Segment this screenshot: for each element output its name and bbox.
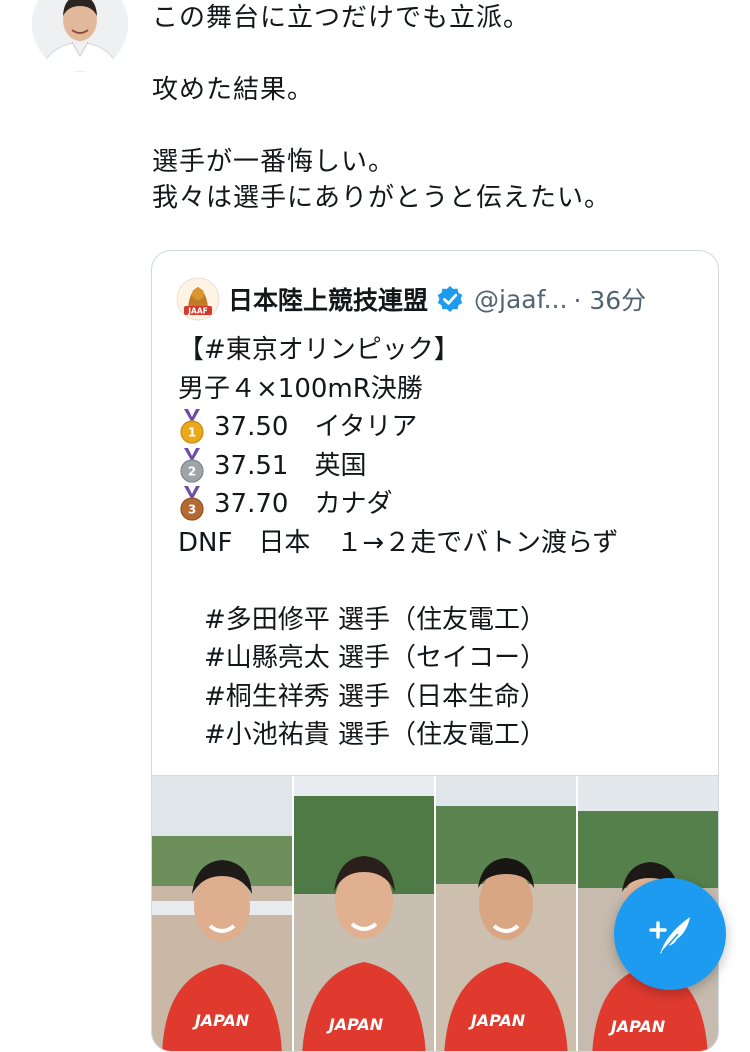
quoted-tweet-time[interactable]: · 36分 bbox=[573, 281, 646, 317]
compose-tweet-button[interactable] bbox=[614, 878, 726, 990]
verified-badge-icon bbox=[437, 286, 463, 312]
tweet-line: この舞台に立つだけでも立派。 bbox=[152, 3, 531, 33]
athlete-hashtag-line[interactable]: #桐生祥秀 選手（日本生命） bbox=[178, 678, 708, 717]
event-line: 男子４×100mR決勝 bbox=[178, 373, 423, 404]
tweet-text: この舞台に立つだけでも立派。 攻めた結果。 選手が一番悔しい。 我々は選手にあり… bbox=[152, 0, 732, 216]
quoted-author-handle[interactable]: @jaaf... bbox=[474, 285, 567, 314]
result-time: 37.70 bbox=[214, 489, 289, 519]
compose-tweet-icon bbox=[649, 917, 690, 954]
quoted-author-name[interactable]: 日本陸上競技連盟 bbox=[228, 281, 428, 317]
silver-medal-icon: 2 bbox=[180, 447, 204, 483]
jersey-label: JAPAN bbox=[192, 1011, 250, 1030]
jaaf-logo-icon[interactable]: JAAF bbox=[176, 277, 220, 321]
tweet-line: 攻めた結果。 bbox=[152, 75, 315, 105]
bronze-medal-icon: 3 bbox=[180, 486, 204, 521]
quoted-tweet-body: 【#東京オリンピック】 男子４×100mR決勝 1 37.50 イタリア 2 3… bbox=[178, 331, 708, 755]
athlete-photo[interactable]: JAPAN bbox=[152, 776, 294, 1051]
athlete-photo[interactable]: JAPAN bbox=[436, 776, 578, 1051]
result-time: 37.50 bbox=[214, 412, 289, 442]
hashtag-title-line[interactable]: 【#東京オリンピック】 bbox=[178, 331, 708, 370]
athlete-hashtag-line[interactable]: #山縣亮太 選手（セイコー） bbox=[178, 639, 708, 678]
dnf-line: DNF 日本 １→２走でバトン渡らず bbox=[178, 527, 619, 558]
medal-place: 3 bbox=[188, 503, 196, 517]
athlete-photo[interactable]: JAPAN bbox=[294, 776, 436, 1051]
tweet-line bbox=[152, 36, 732, 72]
result-row: 3 37.70 カナダ bbox=[178, 485, 708, 524]
quoted-tweet-header: JAAF 日本陸上競技連盟 @jaaf... · 36分 bbox=[176, 275, 702, 323]
tweet-line: 選手が一番悔しい。 bbox=[152, 147, 396, 177]
result-country: イタリア bbox=[314, 412, 418, 442]
jersey-label: JAPAN bbox=[326, 1015, 384, 1034]
medal-place: 1 bbox=[188, 426, 196, 440]
tweet-line bbox=[152, 108, 732, 144]
result-country: カナダ bbox=[314, 489, 393, 519]
athlete-hashtag-line[interactable]: #多田修平 選手（住友電工） bbox=[178, 601, 708, 640]
result-row: 1 37.50 イタリア bbox=[178, 408, 708, 447]
medal-place: 2 bbox=[188, 464, 196, 478]
tweet-line: 我々は選手にありがとうと伝えたい。 bbox=[152, 183, 612, 213]
athlete-hashtag-line[interactable]: #小池祐貴 選手（住友電工） bbox=[178, 716, 708, 755]
jersey-label: JAPAN bbox=[608, 1017, 666, 1036]
result-time: 37.51 bbox=[214, 450, 289, 481]
logo-text: JAAF bbox=[187, 307, 208, 316]
gold-medal-icon: 1 bbox=[180, 409, 204, 444]
result-row: 2 37.51 英国 bbox=[178, 447, 708, 486]
jersey-label: JAPAN bbox=[468, 1011, 526, 1030]
author-photo bbox=[32, 0, 128, 72]
author-avatar[interactable] bbox=[32, 0, 128, 72]
result-country: 英国 bbox=[314, 450, 367, 481]
